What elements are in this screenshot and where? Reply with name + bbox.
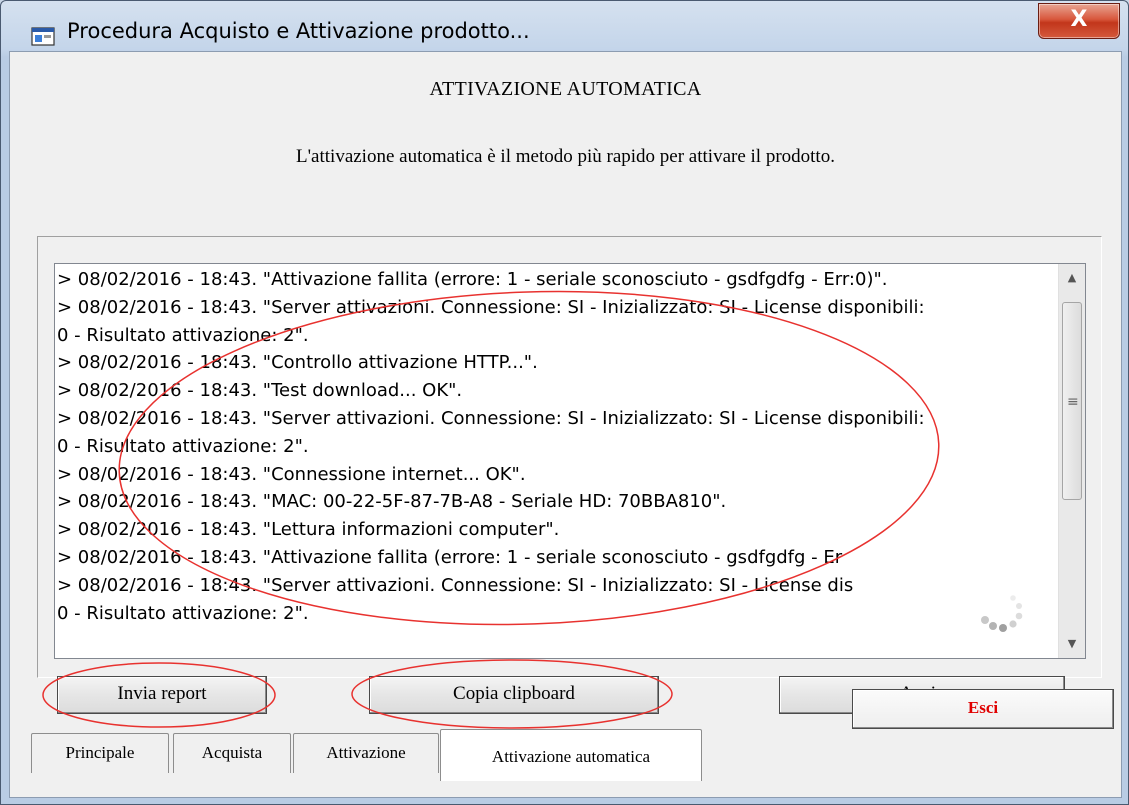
log-line: 0 - Risultato attivazione: 2". xyxy=(57,602,309,624)
close-icon[interactable]: X xyxy=(1038,3,1120,39)
tab-attivazione[interactable]: Attivazione xyxy=(293,733,439,773)
loading-spinner-icon xyxy=(981,595,1023,632)
log-line: > 08/02/2016 - 18:43. "Server attivazion… xyxy=(57,296,925,318)
title-bar[interactable]: Procedura Acquisto e Attivazione prodott… xyxy=(1,1,1128,51)
log-line: > 08/02/2016 - 18:43. "Controllo attivaz… xyxy=(57,352,538,374)
send-report-button[interactable]: Invia report xyxy=(57,676,267,714)
tab-attivazione-automatica[interactable]: Attivazione automatica xyxy=(440,729,702,781)
log-line: > 08/02/2016 - 18:43. "Test download... … xyxy=(57,380,463,402)
log-line: > 08/02/2016 - 18:43. "Attivazione falli… xyxy=(57,269,888,290)
log-panel: > 08/02/2016 - 18:43. "Attivazione falli… xyxy=(37,236,1102,678)
log-line: > 08/02/2016 - 18:43. "Attivazione falli… xyxy=(57,546,843,568)
application-window-icon xyxy=(31,27,55,46)
scroll-down-icon[interactable]: ▼ xyxy=(1059,630,1085,658)
log-line: > 08/02/2016 - 18:43. "Server attivazion… xyxy=(57,574,854,596)
log-line: 0 - Risultato attivazione: 2". xyxy=(57,324,309,346)
log-line: > 08/02/2016 - 18:43. "Server attivazion… xyxy=(57,407,925,429)
page-title: ATTIVAZIONE AUTOMATICA xyxy=(429,78,702,100)
dialog-window: Procedura Acquisto e Attivazione prodott… xyxy=(0,0,1129,805)
exit-button[interactable]: Esci xyxy=(852,689,1114,729)
copy-clipboard-button[interactable]: Copia clipboard xyxy=(369,676,659,714)
log-line: > 08/02/2016 - 18:43. "Lettura informazi… xyxy=(57,519,560,541)
log-scrollbar[interactable]: ▲ ≡ ▼ xyxy=(1058,264,1085,658)
page-description: L'attivazione automatica è il metodo più… xyxy=(296,146,835,167)
log-lines: > 08/02/2016 - 18:43. "Attivazione falli… xyxy=(57,266,1047,627)
log-line: 0 - Risultato attivazione: 2". xyxy=(57,435,309,457)
log-textbox[interactable]: > 08/02/2016 - 18:43. "Attivazione falli… xyxy=(54,263,1086,659)
tab-acquista[interactable]: Acquista xyxy=(173,733,291,773)
dialog-client-area: ATTIVAZIONE AUTOMATICA L'attivazione aut… xyxy=(9,51,1122,798)
window-title: Procedura Acquisto e Attivazione prodott… xyxy=(67,19,530,43)
scroll-up-icon[interactable]: ▲ xyxy=(1059,264,1085,292)
tab-principale[interactable]: Principale xyxy=(31,733,169,773)
log-line: > 08/02/2016 - 18:43. "Connessione inter… xyxy=(57,463,526,485)
scroll-thumb[interactable]: ≡ xyxy=(1062,302,1082,500)
log-line: > 08/02/2016 - 18:43. "MAC: 00-22-5F-87-… xyxy=(57,491,727,513)
scroll-grip-icon: ≡ xyxy=(1067,394,1079,410)
